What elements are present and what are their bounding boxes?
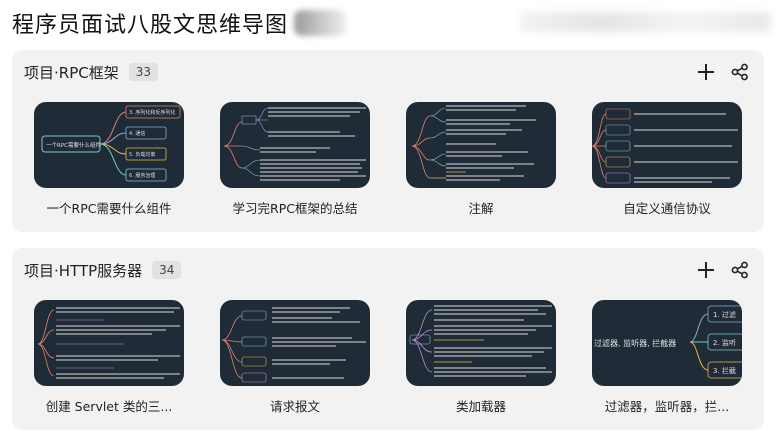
card-title[interactable]: 创建 Servlet 类的三... xyxy=(34,396,184,415)
share-icon[interactable] xyxy=(730,260,750,280)
card-title[interactable]: 过滤器，监听器，拦... xyxy=(592,396,742,415)
mindmap-card[interactable]: 一个RPC需要什么组件 3. 序列化和反序列化 4. 通信 5. 负载均衡 6.… xyxy=(34,102,184,217)
card-title[interactable]: 一个RPC需要什么组件 xyxy=(34,198,184,217)
mindmap-card[interactable]: 学习完RPC框架的总结 xyxy=(220,102,370,217)
section-rpc: 项目·RPC框架 33 一个RPC需要什么组件 3. 序列化和反序列化 4. 通… xyxy=(12,50,764,232)
count-badge: 33 xyxy=(128,63,158,81)
thumb-branch-text: 1. 过滤 xyxy=(713,310,736,319)
mindmap-card[interactable]: 请求报文 xyxy=(220,300,370,415)
section-header: 项目·RPC框架 33 xyxy=(24,60,750,84)
thumb-branch-text: 6. 服务治理 xyxy=(129,172,155,179)
page-title: 程序员面试八股文思维导图 xyxy=(12,13,289,38)
thumb-center-text: 一个RPC需要什么组件 xyxy=(46,141,101,149)
mindmap-thumbnail[interactable] xyxy=(220,300,370,386)
plus-icon[interactable] xyxy=(696,62,716,82)
mindmap-thumbnail[interactable] xyxy=(592,102,742,188)
mindmap-card[interactable]: 过滤器, 监听器, 拦截器 1. 过滤 2. 监听 3. 拦截 过滤器，监听器，… xyxy=(592,300,742,415)
mindmap-thumbnail[interactable] xyxy=(406,300,556,386)
mindmap-thumbnail[interactable]: 过滤器, 监听器, 拦截器 1. 过滤 2. 监听 3. 拦截 xyxy=(592,300,742,386)
mindmap-card[interactable]: 自定义通信协议 xyxy=(592,102,742,217)
mindmap-thumbnail[interactable] xyxy=(34,300,184,386)
blurred-header-area xyxy=(520,12,770,32)
card-list: 一个RPC需要什么组件 3. 序列化和反序列化 4. 通信 5. 负载均衡 6.… xyxy=(34,102,742,217)
mindmap-thumbnail[interactable] xyxy=(406,102,556,188)
mindmap-thumbnail[interactable]: 一个RPC需要什么组件 3. 序列化和反序列化 4. 通信 5. 负载均衡 6.… xyxy=(34,102,184,188)
card-title[interactable]: 注解 xyxy=(406,198,556,217)
card-title[interactable]: 学习完RPC框架的总结 xyxy=(220,198,370,217)
count-badge: 34 xyxy=(152,261,182,279)
mindmap-card[interactable]: 注解 xyxy=(406,102,556,217)
page-header: 程序员面试八股文思维导图 xyxy=(12,6,347,40)
section-title: 项目·RPC框架 xyxy=(24,63,119,82)
blurred-avatar xyxy=(294,10,347,36)
thumb-center-text: 过滤器, 监听器, 拦截器 xyxy=(594,338,676,348)
thumb-branch-text: 4. 通信 xyxy=(129,130,145,137)
card-title[interactable]: 类加载器 xyxy=(406,396,556,415)
section-title: 项目·HTTP服务器 xyxy=(24,261,143,280)
card-list: 创建 Servlet 类的三... 请求报文 类加载器 过滤器, 监听器, 拦截… xyxy=(34,300,742,415)
card-title[interactable]: 请求报文 xyxy=(220,396,370,415)
plus-icon[interactable] xyxy=(696,260,716,280)
mindmap-card[interactable]: 创建 Servlet 类的三... xyxy=(34,300,184,415)
thumb-branch-text: 3. 序列化和反序列化 xyxy=(129,109,175,116)
share-icon[interactable] xyxy=(730,62,750,82)
section-actions xyxy=(696,62,750,82)
section-actions xyxy=(696,260,750,280)
section-header: 项目·HTTP服务器 34 xyxy=(24,258,750,282)
mindmap-thumbnail[interactable] xyxy=(220,102,370,188)
card-title[interactable]: 自定义通信协议 xyxy=(592,198,742,217)
thumb-branch-text: 3. 拦截 xyxy=(713,366,736,375)
mindmap-card[interactable]: 类加载器 xyxy=(406,300,556,415)
section-http: 项目·HTTP服务器 34 创建 Servlet 类的三... 请求报文 类加载… xyxy=(12,248,764,430)
thumb-branch-text: 5. 负载均衡 xyxy=(129,151,155,158)
thumb-branch-text: 2. 监听 xyxy=(713,338,736,347)
